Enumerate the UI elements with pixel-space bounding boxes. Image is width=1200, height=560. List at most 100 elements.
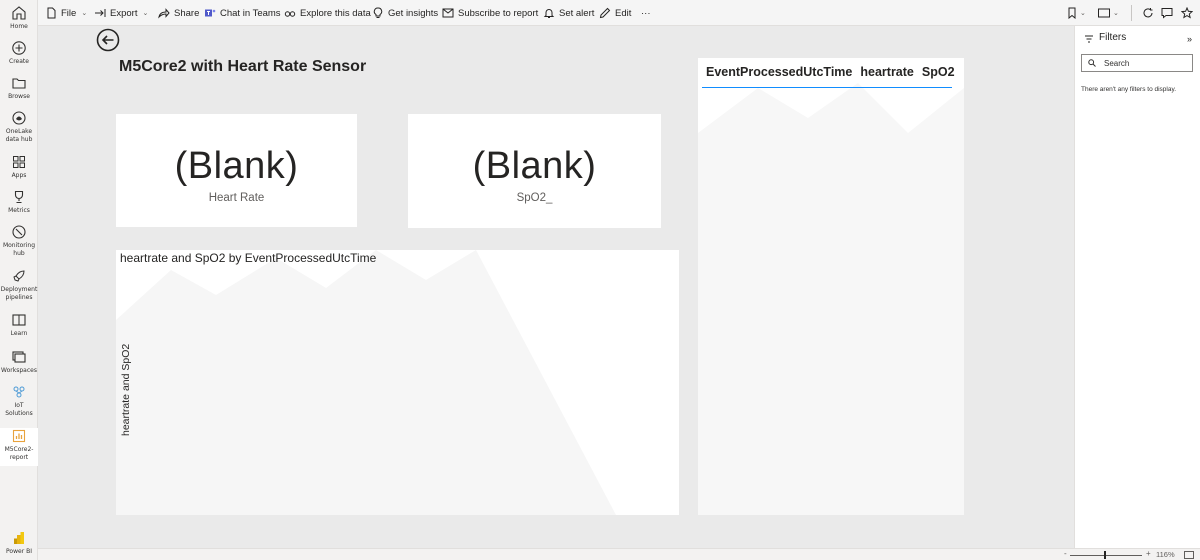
- comment-icon: [1161, 8, 1173, 19]
- people-icon: [13, 386, 25, 398]
- file-label: File: [61, 7, 77, 19]
- subscribe-button[interactable]: Subscribe to report: [442, 5, 538, 21]
- nav-label: Metrics: [8, 207, 30, 214]
- bookmark-button[interactable]: ⌄: [1067, 5, 1086, 21]
- nav-item-m5core2-report[interactable]: M5Core2-report: [0, 428, 38, 466]
- comments-button[interactable]: [1161, 5, 1173, 21]
- get-insights-label: Get insights: [388, 7, 439, 19]
- nav-item-powerbi[interactable]: Power BI: [0, 530, 38, 558]
- nav-item-onelake[interactable]: OneLake data hub: [0, 110, 38, 146]
- chart-y-axis-label: heartrate and SpO2: [120, 343, 132, 436]
- share-icon: [158, 8, 170, 19]
- card-value: (Blank): [472, 145, 597, 187]
- edit-label: Edit: [615, 7, 632, 19]
- export-icon: [95, 9, 106, 17]
- file-menu-button[interactable]: File ⌄: [45, 5, 87, 21]
- back-arrow-icon[interactable]: [96, 28, 120, 52]
- explore-data-label: Explore this data: [300, 7, 371, 19]
- nav-label: M5Core2-report: [4, 446, 34, 461]
- card-value: (Blank): [174, 145, 299, 187]
- edit-button[interactable]: Edit: [599, 5, 631, 21]
- line-chart-visual[interactable]: heartrate and SpO2 by EventProcessedUtcT…: [116, 250, 679, 515]
- table-header: EventProcessedUtcTime heartrate SpO2: [706, 65, 955, 79]
- refresh-icon: [1143, 8, 1153, 18]
- heart-rate-card[interactable]: (Blank) Heart Rate: [116, 114, 357, 227]
- nav-label: OneLake data hub: [5, 128, 33, 143]
- nav-item-home[interactable]: Home: [0, 5, 38, 33]
- filters-pane: Filters » Search There aren't any filter…: [1074, 26, 1200, 548]
- refresh-button[interactable]: [1142, 5, 1154, 21]
- chat-in-teams-label: Chat in Teams: [220, 7, 281, 19]
- set-alert-button[interactable]: Set alert: [543, 5, 594, 21]
- nav-label: Learn: [10, 330, 28, 337]
- export-label: Export: [110, 7, 138, 19]
- chat-in-teams-button[interactable]: Chat in Teams: [204, 5, 281, 21]
- workspaces-icon: [12, 351, 26, 363]
- empty-table-watermark: [698, 83, 964, 515]
- favorite-button[interactable]: [1181, 5, 1193, 21]
- zoom-out-button[interactable]: -: [1064, 549, 1067, 558]
- card-label: Heart Rate: [208, 192, 265, 204]
- bookmark-icon: [1068, 7, 1076, 19]
- explore-icon: [284, 11, 296, 17]
- spo2-card[interactable]: (Blank) SpO2_: [408, 114, 661, 228]
- explore-data-button[interactable]: Explore this data: [284, 5, 371, 21]
- trophy-icon: [14, 190, 24, 204]
- rocket-icon: [13, 270, 25, 282]
- toolbar-divider: [1131, 5, 1132, 21]
- nav-label: IoT Solutions: [5, 402, 33, 417]
- card-label: SpO2_: [516, 192, 553, 204]
- report-canvas: M5Core2 with Heart Rate Sensor (Blank) H…: [38, 26, 1074, 548]
- lightbulb-icon: [373, 7, 383, 18]
- zoom-slider-thumb[interactable]: [1104, 551, 1106, 559]
- filters-search-input[interactable]: Search: [1081, 54, 1193, 72]
- nav-label: Create: [9, 58, 29, 65]
- filters-empty-message: There aren't any filters to display.: [1081, 86, 1177, 93]
- collapse-pane-icon[interactable]: »: [1187, 34, 1192, 44]
- share-label: Share: [174, 7, 200, 19]
- plus-circle-icon: [12, 41, 26, 55]
- export-menu-button[interactable]: Export ⌄: [94, 5, 148, 21]
- nav-item-apps[interactable]: Apps: [0, 154, 38, 182]
- nav-label: Home: [10, 23, 28, 30]
- zoom-level: 116%: [1156, 550, 1175, 559]
- nav-item-deployment[interactable]: Deployment pipelines: [0, 268, 38, 304]
- column-header[interactable]: heartrate: [860, 65, 914, 79]
- pencil-icon: [599, 7, 611, 19]
- share-button[interactable]: Share: [158, 5, 199, 21]
- header-underline: [702, 87, 952, 88]
- more-options-button[interactable]: ···: [641, 5, 651, 21]
- view-icon: [1098, 8, 1110, 18]
- chevron-down-icon: ⌄: [1080, 10, 1086, 17]
- nav-item-monitoring[interactable]: Monitoring hub: [0, 224, 38, 260]
- nav-item-learn[interactable]: Learn: [0, 312, 38, 340]
- nav-item-metrics[interactable]: Metrics: [0, 189, 38, 217]
- nav-label: Deployment pipelines: [0, 286, 38, 301]
- book-icon: [12, 314, 26, 326]
- nav-item-create[interactable]: Create: [0, 40, 38, 68]
- status-bar: - + 116%: [38, 548, 1200, 560]
- get-insights-button[interactable]: Get insights: [372, 5, 438, 21]
- ellipsis-icon: ···: [641, 7, 651, 19]
- apps-icon: [13, 156, 25, 168]
- chevron-down-icon: ⌄: [142, 10, 149, 17]
- view-button[interactable]: ⌄: [1098, 5, 1119, 21]
- chevron-down-icon: ⌄: [81, 10, 88, 17]
- report-title: M5Core2 with Heart Rate Sensor: [119, 58, 367, 75]
- nav-label: Apps: [11, 172, 27, 179]
- filter-icon: [1085, 35, 1093, 43]
- nav-item-workspaces[interactable]: Workspaces: [0, 349, 38, 377]
- star-icon: [1181, 7, 1193, 19]
- table-visual[interactable]: EventProcessedUtcTime heartrate SpO2: [698, 58, 964, 515]
- report-icon: [12, 429, 26, 443]
- folder-icon: [12, 78, 26, 89]
- nav-item-browse[interactable]: Browse: [0, 75, 38, 103]
- column-header[interactable]: EventProcessedUtcTime: [706, 65, 852, 79]
- column-header[interactable]: SpO2: [922, 65, 955, 79]
- home-icon: [12, 6, 26, 20]
- zoom-in-button[interactable]: +: [1146, 549, 1151, 558]
- nav-item-iot-solutions[interactable]: IoT Solutions: [0, 384, 38, 420]
- zoom-slider[interactable]: [1070, 555, 1142, 556]
- fit-to-page-icon[interactable]: [1184, 551, 1194, 559]
- search-icon: [1088, 59, 1096, 67]
